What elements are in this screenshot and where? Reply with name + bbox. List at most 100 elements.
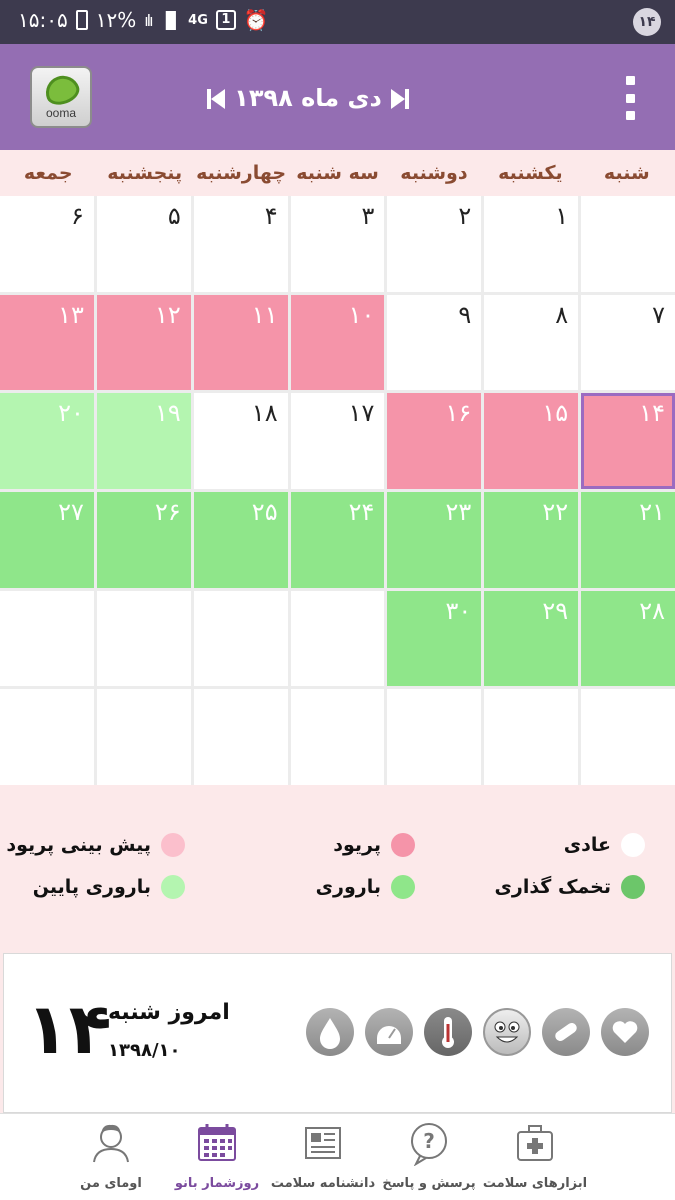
calendar-day[interactable]: ۷ (581, 294, 675, 391)
nav-label-encyclopedia: دانشنامه سلامت (270, 1176, 376, 1191)
calendar-day[interactable]: ۱۷ (290, 393, 385, 489)
mood-face-icon[interactable] (483, 1008, 531, 1056)
calendar-day-today[interactable]: ۱۴ (581, 393, 675, 489)
thermometer-icon[interactable] (424, 1008, 472, 1056)
calendar-day-number: ۳۰ (445, 596, 472, 625)
legend-label-period: پریود (333, 834, 381, 856)
calendar-day-number: ۸ (555, 300, 569, 329)
nav-label-calendar: روزشمار بانو (174, 1176, 260, 1191)
calendar-day[interactable]: ۸ (484, 294, 579, 391)
calendar-day-number: ۱۴ (639, 399, 665, 428)
svg-text:?: ? (423, 1129, 435, 1153)
calendar-day[interactable]: ۱۶ (387, 393, 482, 489)
calendar-day-number: ۱۷ (348, 399, 375, 428)
calendar-day[interactable]: ۵ (96, 196, 191, 292)
calendar-day[interactable]: ۱ (484, 196, 579, 292)
next-month-button[interactable] (387, 83, 411, 113)
heart-icon[interactable] (601, 1008, 649, 1056)
drop-icon[interactable] (306, 1008, 354, 1056)
calendar-empty-cell (484, 689, 579, 785)
calendar-day[interactable]: ۴ (193, 196, 288, 292)
calendar-day[interactable]: ۲۲ (484, 491, 579, 588)
nav-calendar[interactable]: روزشمار بانو (162, 1120, 272, 1198)
calendar-day-number: ۲۰ (58, 399, 84, 428)
calendar-day[interactable]: ۲۵ (193, 491, 288, 588)
nav-encyclopedia[interactable]: دانشنامه سلامت (268, 1120, 378, 1198)
calendar-day[interactable]: ۳۰ (387, 590, 482, 687)
nav-questions[interactable]: ? پرسش و پاسخ (374, 1120, 484, 1198)
legend-dot-ovulation (621, 875, 645, 899)
legend-fertile: باروری (316, 875, 415, 899)
calendar-empty-cell (96, 590, 191, 687)
calendar-day[interactable]: ۲۸ (581, 590, 675, 687)
weekday-monday: دوشنبه (400, 162, 468, 184)
nav-my-ooma[interactable]: اومای من (56, 1120, 166, 1198)
calendar-day-number: ۴ (264, 202, 278, 230)
legend-label-ovulation: تخمک گذاری (494, 876, 611, 898)
calendar-day[interactable]: ۱۹ (96, 393, 191, 489)
calendar-day[interactable]: ۱۸ (193, 393, 288, 489)
calendar-day[interactable]: ۲۰ (0, 393, 94, 489)
status-left: ۱۵:۰۵ ۱۲% ılı ▐▌ 4G 1 ⏰ (18, 8, 269, 32)
calendar-day[interactable]: ۲۳ (387, 491, 482, 588)
calendar-day[interactable]: ۶ (0, 196, 94, 292)
overflow-menu-button[interactable] (623, 76, 637, 120)
legend-label-normal: عادی (563, 834, 611, 856)
legend-dot-predicted-period (161, 833, 185, 857)
calendar-day-number: ۱۵ (542, 399, 569, 428)
legend-dot-period (391, 833, 415, 857)
status-time: ۱۵:۰۵ (18, 8, 68, 32)
calendar-day[interactable]: ۹ (387, 294, 482, 391)
calendar-day[interactable]: ۱۵ (484, 393, 579, 489)
previous-month-button[interactable] (205, 83, 229, 113)
newspaper-icon (305, 1127, 341, 1159)
legend-ovulation: تخمک گذاری (494, 875, 645, 899)
calendar-day-number: ۶ (70, 202, 84, 230)
calendar-day-number: ۹ (458, 300, 472, 329)
legend-label-fertile: باروری (315, 876, 381, 898)
calendar-day[interactable]: ۲۴ (290, 491, 385, 588)
battery-level: ۱۲% (95, 8, 137, 32)
calendar-day-number: ۱۲ (154, 300, 181, 329)
calendar-day[interactable]: ۲۶ (96, 491, 191, 588)
sim-badge: 1 (215, 10, 236, 30)
legend-predicted-period: پیش بینی پریود (6, 833, 185, 857)
calendar-day-number: ۲۶ (154, 497, 181, 526)
calendar-day-number: ۲۹ (542, 596, 569, 625)
notification-badge[interactable]: ۱۴ (633, 8, 661, 36)
app-logo[interactable]: ooma (30, 66, 92, 128)
leaf-logo-icon (41, 71, 83, 109)
signal-icon: ılı (144, 10, 153, 30)
network-type: 4G (188, 12, 208, 28)
calendar-day-number: ۱۳ (58, 300, 84, 329)
legend-period: پریود (333, 833, 415, 857)
calendar-day[interactable]: ۱۱ (193, 294, 288, 391)
weight-scale-icon[interactable] (365, 1008, 413, 1056)
legend-normal: عادی (564, 833, 645, 857)
calendar-day-number: ۱۸ (251, 399, 278, 428)
calendar-day[interactable]: ۳ (290, 196, 385, 292)
calendar-day-number: ۱۹ (154, 399, 181, 428)
calendar-day-number: ۲ (458, 202, 472, 230)
calendar-day[interactable]: ۱۰ (290, 294, 385, 391)
calendar-day[interactable]: ۲ (387, 196, 482, 292)
calendar-empty-cell (193, 689, 288, 785)
calendar-empty-cell (96, 689, 191, 785)
pill-icon[interactable] (542, 1008, 590, 1056)
calendar-day[interactable]: ۲۷ (0, 491, 94, 588)
calendar-day-number: ۲۴ (348, 497, 375, 526)
calendar-empty-cell (581, 196, 675, 292)
nav-health-tools[interactable]: ابزارهای سلامت (480, 1120, 590, 1198)
app-bar: ooma دی ماه ۱۳۹۸ (0, 44, 675, 150)
calendar-day[interactable]: ۱۳ (0, 294, 94, 391)
legend-label-low-fertility: باروری پایین (32, 876, 151, 898)
today-date: ۱۳۹۸/۱۰ (108, 1040, 181, 1061)
calendar-day[interactable]: ۲۱ (581, 491, 675, 588)
calendar-day-number: ۲۷ (58, 497, 84, 526)
legend-label-predicted-period: پیش بینی پریود (6, 834, 151, 856)
calendar-day[interactable]: ۲۹ (484, 590, 579, 687)
calendar-day[interactable]: ۱۲ (96, 294, 191, 391)
calendar-empty-cell (387, 689, 482, 785)
nav-label-health-tools: ابزارهای سلامت (482, 1176, 588, 1191)
calendar-day-number: ۱۶ (445, 399, 472, 428)
